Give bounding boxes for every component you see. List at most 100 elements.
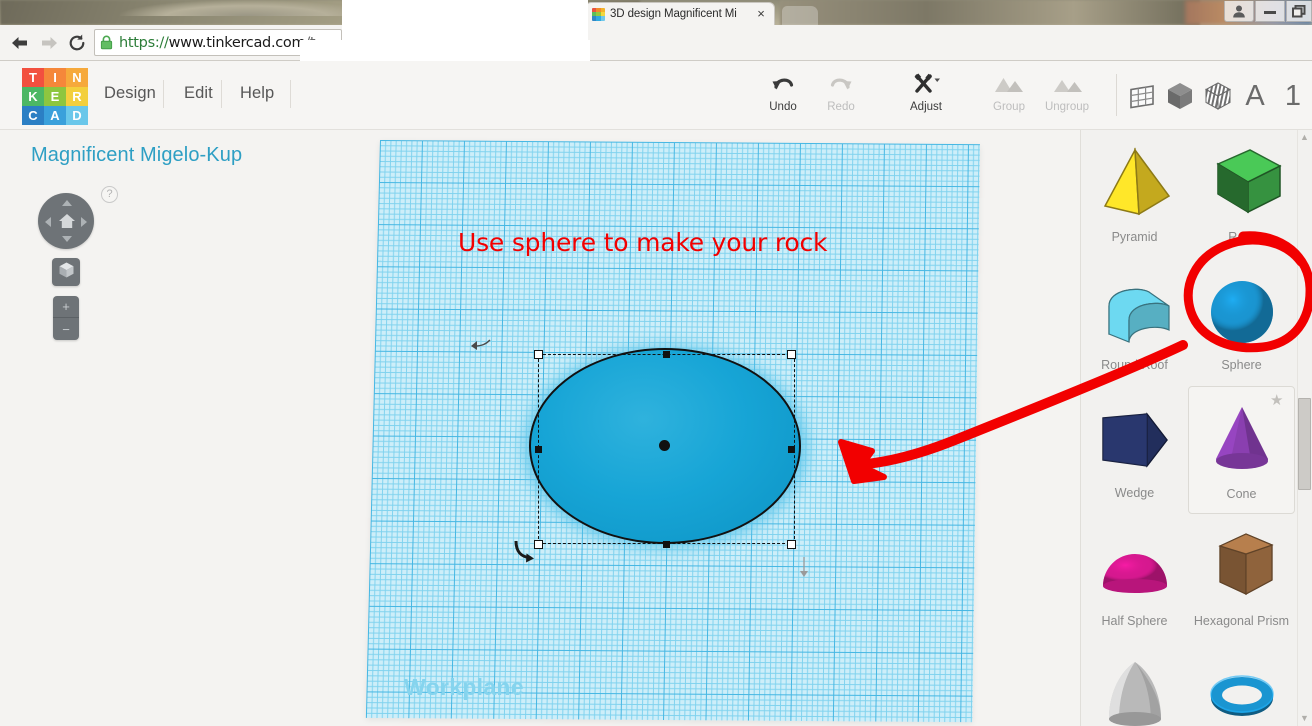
minimize-icon[interactable] (1255, 1, 1285, 22)
resize-handle-top-center[interactable] (663, 351, 670, 358)
header-divider (1116, 74, 1117, 116)
round-roof-icon (1091, 266, 1179, 358)
ungroup-icon (1051, 70, 1083, 98)
user-avatar-icon[interactable] (1224, 1, 1254, 22)
back-arrow-icon[interactable] (6, 30, 32, 56)
zoom-in-button[interactable]: + (53, 296, 79, 318)
redo-button[interactable]: Redo (810, 70, 872, 122)
resize-handle-bottom-center[interactable] (663, 541, 670, 548)
logo-tile-d: D (66, 106, 88, 125)
logo-tile-n: N (66, 68, 88, 87)
shape-tile-round-roof[interactable]: Round Roof (1081, 258, 1188, 386)
forward-arrow-icon[interactable] (36, 30, 62, 56)
fit-view-icon[interactable] (1202, 74, 1234, 118)
adjust-button[interactable]: Adjust (895, 70, 957, 122)
logo-tile-k: K (22, 87, 44, 106)
shape-label: Sphere (1221, 358, 1262, 372)
home-icon[interactable] (58, 212, 76, 230)
move-down-arrow-icon[interactable] (798, 556, 810, 578)
menu-design[interactable]: Design (104, 84, 156, 103)
move-left-arrow-icon[interactable] (470, 338, 492, 350)
zoom-out-button[interactable]: − (53, 318, 79, 340)
resize-handle-bottom-right[interactable] (787, 540, 796, 549)
window-shadow-smudge (120, 0, 350, 16)
hex-prism-icon (1198, 522, 1286, 614)
undo-icon (770, 70, 796, 98)
logo-tile-t: T (22, 68, 44, 87)
ungroup-button[interactable]: Ungroup (1036, 70, 1098, 122)
lock-icon (100, 35, 113, 50)
rotate-handle-icon[interactable] (512, 538, 536, 564)
menu-edit[interactable]: Edit (184, 84, 213, 103)
shape-tile-cone[interactable]: ★ Cone (1188, 386, 1295, 514)
shape-tile-hex-prism[interactable]: Hexagonal Prism (1188, 514, 1295, 642)
shape-label: Roof (1228, 230, 1255, 244)
text-tool-label[interactable]: A (1240, 74, 1270, 118)
shape-label: Cone (1226, 487, 1257, 501)
number-tool-label[interactable]: 1 (1280, 74, 1306, 118)
url-bar[interactable]: https://www.tinkercad.com/t. (94, 29, 342, 56)
shape-label: Pyramid (1111, 230, 1158, 244)
shapes-panel[interactable]: Pyramid Roof Round Roof Sphere Wedge ★ C… (1080, 130, 1312, 726)
sphere-icon (1198, 266, 1286, 358)
logo-tile-c: C (22, 106, 44, 125)
view-navigation-pad[interactable] (38, 193, 94, 249)
resize-handle-middle-right[interactable] (788, 446, 795, 453)
url-domain: www.tinkercad.com (168, 34, 306, 51)
favorite-star-icon[interactable]: ★ (1270, 393, 1286, 408)
shape-tile-paraboloid[interactable]: Paraboloid (1081, 642, 1188, 726)
browser-tab-title: 3D design Magnificent Mi (610, 8, 737, 20)
page-title[interactable]: Magnificent Migelo-Kup (31, 144, 242, 167)
fit-cube-icon (58, 261, 75, 284)
favicon-tile-8 (600, 16, 605, 21)
scrollbar-thumb[interactable] (1298, 398, 1311, 490)
nav-right-arrow-icon[interactable] (81, 217, 87, 227)
pyramid-icon (1091, 138, 1179, 230)
logo-tile-e: E (44, 87, 66, 106)
reload-icon[interactable] (64, 30, 90, 56)
nav-left-arrow-icon[interactable] (45, 217, 51, 227)
wedge-icon (1091, 394, 1179, 486)
nav-down-arrow-icon[interactable] (62, 236, 72, 242)
zoom-controls[interactable]: + − (53, 296, 79, 340)
group-icon (993, 70, 1025, 98)
scroll-up-arrow-icon[interactable]: ▲ (1299, 132, 1310, 143)
group-label: Group (993, 101, 1025, 113)
undo-label: Undo (769, 101, 797, 113)
help-button[interactable]: ? (101, 186, 118, 203)
url-scheme: https:// (119, 34, 169, 51)
close-icon[interactable]: × (754, 7, 768, 21)
tinkercad-logo[interactable]: TIN KER CAD (22, 68, 88, 125)
group-button[interactable]: Group (978, 70, 1040, 122)
workplane-grid-icon[interactable] (1126, 74, 1160, 118)
resize-handle-top-left[interactable] (534, 350, 543, 359)
resize-handle-middle-left[interactable] (535, 446, 542, 453)
shape-tile-half-sphere[interactable]: Half Sphere (1081, 514, 1188, 642)
shape-label: Wedge (1114, 486, 1155, 500)
menu-divider-3 (290, 80, 291, 108)
adjust-icon (911, 70, 941, 98)
undo-button[interactable]: Undo (752, 70, 814, 122)
adjust-label: Adjust (910, 101, 942, 113)
new-tab-button[interactable] (782, 6, 818, 25)
fit-cube-button[interactable] (52, 258, 80, 286)
selection-bounding-box (538, 354, 795, 544)
shapes-panel-scrollbar[interactable]: ▲ ▼ (1297, 130, 1312, 726)
url-text: https://www.tinkercad.com/t. (119, 35, 320, 51)
cube-icon[interactable] (1164, 74, 1196, 118)
shape-tile-torus[interactable]: Torus thin (1188, 642, 1295, 726)
shape-tile-roof[interactable]: Roof (1188, 130, 1295, 258)
menu-divider-1 (163, 80, 164, 108)
scroll-down-arrow-icon[interactable]: ▼ (1299, 713, 1310, 724)
menu-help[interactable]: Help (240, 84, 274, 103)
roof-icon (1198, 138, 1286, 230)
shape-tile-wedge[interactable]: Wedge (1081, 386, 1188, 514)
shape-tile-pyramid[interactable]: Pyramid (1081, 130, 1188, 258)
resize-handle-top-right[interactable] (787, 350, 796, 359)
torus-icon (1198, 650, 1286, 726)
shape-label: Round Roof (1101, 358, 1168, 372)
shape-tile-sphere[interactable]: Sphere (1188, 258, 1295, 386)
browser-tab[interactable]: 3D design Magnificent Mi × (585, 2, 775, 25)
nav-up-arrow-icon[interactable] (62, 200, 72, 206)
restore-icon[interactable] (1286, 1, 1312, 22)
